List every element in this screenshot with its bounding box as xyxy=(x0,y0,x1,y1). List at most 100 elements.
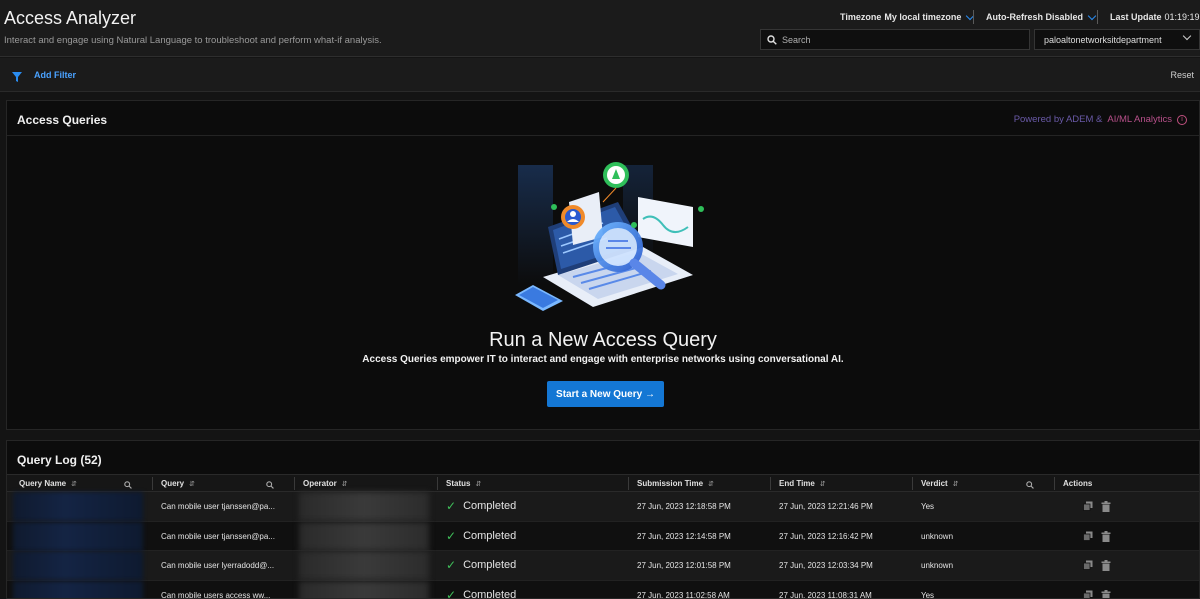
auto-refresh-label: Auto-Refresh Disabled xyxy=(986,12,1084,22)
add-filter-label: Add Filter xyxy=(34,70,76,80)
chevron-down-icon xyxy=(1182,31,1192,41)
end-time: 27 Jun, 2023 11:08:31 AM xyxy=(779,590,872,599)
column-label: Query Name xyxy=(19,479,67,488)
sort-icon[interactable]: ⇵ xyxy=(189,480,195,488)
start-new-query-button[interactable]: Start a New Query → xyxy=(547,381,664,407)
status-cell: ✓ Completed xyxy=(446,529,516,543)
sort-icon[interactable]: ⇵ xyxy=(475,480,481,488)
copy-icon[interactable] xyxy=(1083,531,1093,541)
column-label: Status xyxy=(446,479,471,488)
last-update-value: 01:19:19 PM xyxy=(1164,12,1200,22)
sort-icon[interactable]: ⇵ xyxy=(71,480,77,488)
page-title: Access Analyzer xyxy=(4,8,137,28)
table-header: Query Name ⇵ Query ⇵ Operator ⇵ Status ⇵… xyxy=(7,474,1199,492)
search-icon[interactable] xyxy=(124,481,132,489)
query-text[interactable]: Can mobile user tjanssen@pa... xyxy=(161,532,275,541)
check-icon: ✓ xyxy=(446,587,457,599)
search-icon[interactable] xyxy=(266,481,274,489)
search-box[interactable] xyxy=(760,29,1030,50)
status-text: Completed xyxy=(463,500,517,512)
new-query-description: Access Queries empower IT to interact an… xyxy=(362,354,844,365)
query-log-title: Query Log (52) xyxy=(17,453,102,467)
query-text[interactable]: Can mobile user tjanssen@pa... xyxy=(161,502,275,511)
table-row[interactable]: Can mobile user lyerradodd@... ✓ Complet… xyxy=(7,551,1199,581)
copy-icon[interactable] xyxy=(1083,590,1093,599)
column-actions: Actions xyxy=(1063,479,1092,488)
query-text[interactable]: Can mobile users access ww... xyxy=(161,591,270,599)
end-time: 27 Jun, 2023 12:03:34 PM xyxy=(779,561,873,570)
query-log-table: Query Name ⇵ Query ⇵ Operator ⇵ Status ⇵… xyxy=(7,474,1199,599)
powered-by: Powered by ADEM & AI/ML Analytics i xyxy=(1014,114,1187,125)
copy-icon[interactable] xyxy=(1083,560,1093,570)
verdict: Yes xyxy=(921,590,935,599)
trash-icon[interactable] xyxy=(1101,560,1111,571)
timezone-value: My local timezone xyxy=(884,12,962,22)
table-row[interactable]: Can mobile user tjanssen@pa... ✓ Complet… xyxy=(7,521,1199,551)
last-update: Last Update 01:19:19 PM xyxy=(1110,12,1200,22)
query-name-redacted xyxy=(13,551,143,580)
status-cell: ✓ Completed xyxy=(446,588,516,599)
row-actions xyxy=(1083,560,1111,571)
table-row[interactable]: Can mobile user tjanssen@pa... ✓ Complet… xyxy=(7,492,1199,522)
auto-refresh-selector[interactable]: Auto-Refresh Disabled xyxy=(986,11,1097,22)
search-icon[interactable] xyxy=(1026,481,1034,489)
sort-icon[interactable]: ⇵ xyxy=(342,480,348,488)
column-query[interactable]: Query ⇵ xyxy=(161,479,195,488)
check-icon: ✓ xyxy=(446,558,457,572)
tenant-select[interactable]: paloaltonetworksitdepartment xyxy=(1034,29,1200,50)
submission-time: 27 Jun, 2023 12:14:58 PM xyxy=(637,531,731,541)
operator-redacted xyxy=(299,551,429,580)
submission-time: 27 Jun, 2023 12:18:58 PM xyxy=(637,502,731,511)
status-text: Completed xyxy=(463,529,517,542)
column-submission-time[interactable]: Submission Time ⇵ xyxy=(637,479,714,488)
trash-icon[interactable] xyxy=(1101,589,1111,599)
submission-time: 27 Jun, 2023 12:01:58 PM xyxy=(637,561,731,570)
operator-redacted xyxy=(299,492,429,521)
column-divider xyxy=(912,477,913,490)
verdict: unknown xyxy=(921,561,954,570)
status-cell: ✓ Completed xyxy=(446,558,516,572)
status-cell: ✓ Completed xyxy=(446,499,516,513)
column-end-time[interactable]: End Time ⇵ xyxy=(779,479,826,488)
powered-suffix: AI/ML Analytics xyxy=(1107,114,1172,125)
column-query-name[interactable]: Query Name ⇵ xyxy=(19,479,77,488)
column-label: Actions xyxy=(1063,479,1093,488)
chevron-down-icon xyxy=(1087,11,1097,20)
add-filter-button[interactable]: Add Filter xyxy=(12,68,76,82)
column-status[interactable]: Status ⇵ xyxy=(446,479,481,488)
info-icon[interactable]: i xyxy=(1177,114,1187,125)
operator-redacted xyxy=(299,521,429,551)
row-actions xyxy=(1083,530,1111,542)
tenant-value: paloaltonetworksitdepartment xyxy=(1044,34,1162,45)
access-queries-header: Access Queries Powered by ADEM & AI/ML A… xyxy=(7,101,1199,136)
sort-icon[interactable]: ⇵ xyxy=(953,480,959,488)
check-icon: ✓ xyxy=(446,499,457,513)
trash-icon[interactable] xyxy=(1101,501,1111,512)
table-row[interactable]: Can mobile users access ww... ✓ Complete… xyxy=(7,580,1199,599)
trash-icon[interactable] xyxy=(1101,530,1111,542)
column-divider xyxy=(437,477,438,490)
last-update-label: Last Update xyxy=(1110,12,1162,22)
column-label: Verdict xyxy=(921,479,948,488)
query-name-redacted xyxy=(13,580,143,598)
check-icon: ✓ xyxy=(446,528,457,543)
query-text[interactable]: Can mobile user lyerradodd@... xyxy=(161,561,274,570)
column-verdict[interactable]: Verdict ⇵ xyxy=(921,479,959,488)
access-queries-title: Access Queries xyxy=(17,113,108,127)
timezone-selector[interactable]: Timezone My local timezone xyxy=(840,11,975,22)
column-label: Submission Time xyxy=(637,479,704,488)
column-divider xyxy=(770,477,771,490)
column-label: Operator xyxy=(303,479,337,488)
column-divider xyxy=(152,477,153,490)
search-input[interactable] xyxy=(782,34,1022,45)
column-operator[interactable]: Operator ⇵ xyxy=(303,479,348,488)
powered-prefix: Powered by ADEM & xyxy=(1013,114,1103,125)
query-name-redacted xyxy=(13,521,143,551)
query-illustration xyxy=(515,162,704,311)
sort-icon[interactable]: ⇵ xyxy=(820,480,826,488)
reset-button[interactable]: Reset xyxy=(1170,70,1194,80)
operator-redacted xyxy=(299,580,429,598)
copy-icon[interactable] xyxy=(1083,501,1093,511)
page-header: Access Analyzer Interact and engage usin… xyxy=(0,0,1200,57)
sort-icon[interactable]: ⇵ xyxy=(708,480,714,488)
